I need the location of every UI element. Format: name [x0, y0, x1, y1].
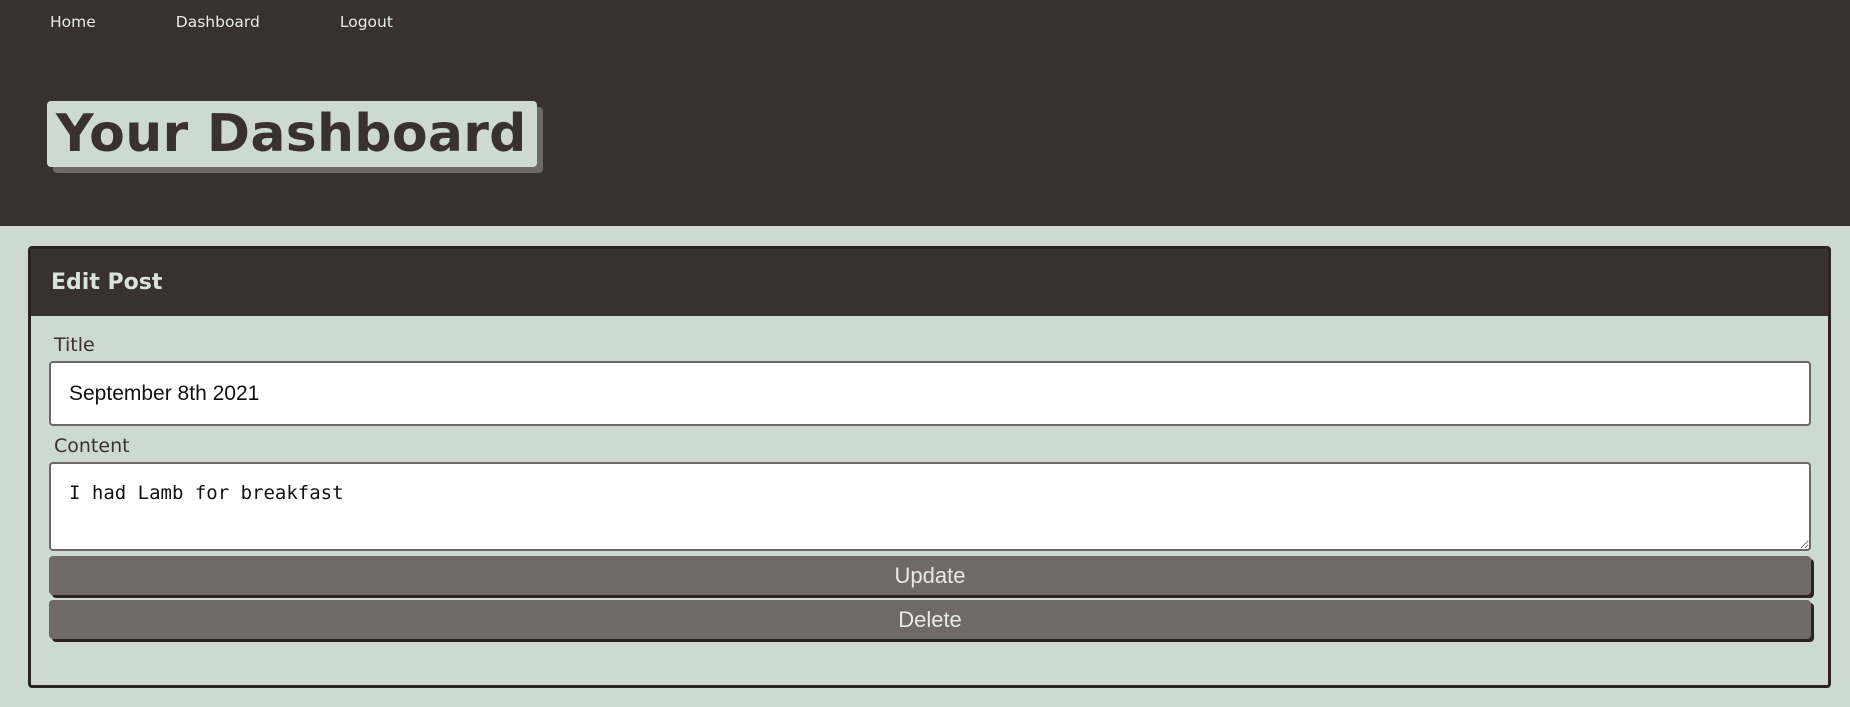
page-title: Your Dashboard	[56, 104, 527, 164]
title-input[interactable]	[49, 361, 1811, 426]
content-label: Content	[54, 435, 130, 457]
nav-dashboard-link[interactable]: Dashboard	[176, 12, 260, 32]
nav-logout-link[interactable]: Logout	[340, 12, 393, 32]
page-title-box: Your Dashboard	[47, 101, 537, 167]
edit-post-card: Edit Post Title Content I had Lamb for b…	[28, 246, 1831, 688]
card-title: Edit Post	[51, 270, 163, 295]
update-button[interactable]: Update	[49, 556, 1811, 595]
nav-home-link[interactable]: Home	[50, 12, 96, 32]
edit-post-form: Title Content I had Lamb for breakfast U…	[31, 316, 1828, 639]
page-title-wrap: Your Dashboard	[47, 101, 537, 167]
content-textarea[interactable]: I had Lamb for breakfast	[49, 462, 1811, 551]
site-header: Home Dashboard Logout Your Dashboard	[0, 0, 1850, 226]
card-header: Edit Post	[31, 249, 1828, 316]
delete-button[interactable]: Delete	[49, 600, 1811, 639]
top-nav: Home Dashboard Logout	[50, 12, 473, 32]
title-label: Title	[54, 334, 95, 356]
